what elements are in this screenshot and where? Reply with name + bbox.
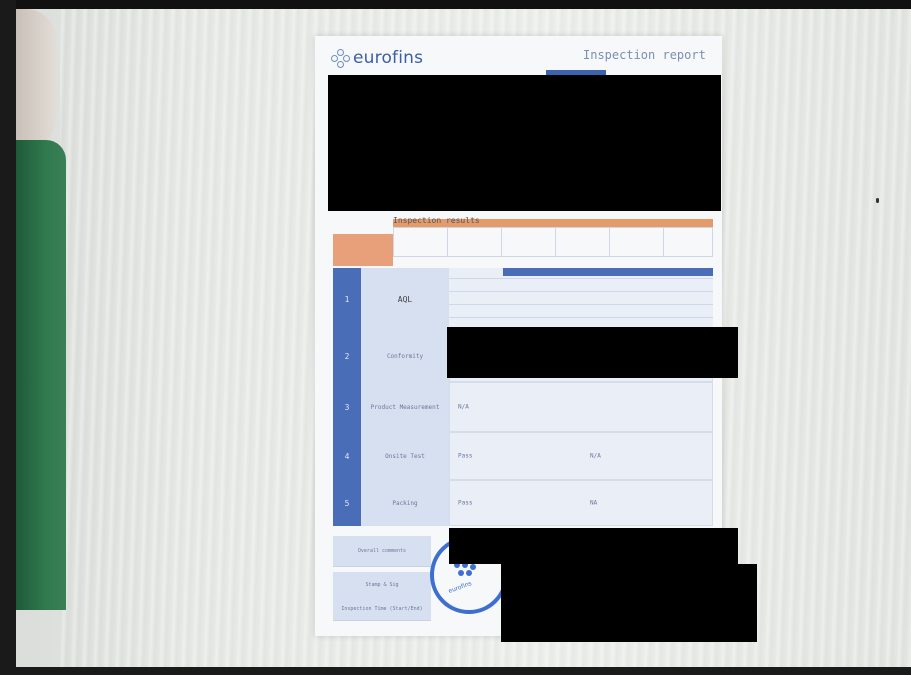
overall-comments-label: Overall comments	[333, 536, 431, 567]
row-value-secondary: NA	[590, 499, 598, 507]
row-number: 3	[333, 382, 361, 432]
redaction-box-header	[328, 75, 721, 211]
row-number: 1	[333, 268, 361, 330]
redaction-box-comments	[449, 528, 738, 564]
redaction-box-conformity	[447, 327, 738, 378]
row-value: Pass NA	[449, 480, 713, 526]
redaction-box-signature	[501, 564, 757, 642]
row-number: 4	[333, 432, 361, 480]
row-value: N/A	[449, 382, 713, 432]
surface-speck	[876, 198, 879, 203]
row-label: AQL	[361, 268, 449, 330]
row-value-text: N/A	[458, 403, 469, 411]
eurofins-logo-icon	[331, 49, 350, 68]
row-value-text: Pass	[458, 452, 473, 460]
photo-scene: eurofins Inspection report Inspection re…	[0, 0, 911, 675]
eurofins-logo: eurofins	[331, 48, 423, 68]
row-aql: 1 AQL	[333, 268, 713, 330]
row-label: Product Measurement	[361, 382, 449, 432]
dark-edge-left	[0, 0, 16, 675]
row-onsite-test: 4 Onsite Test Pass N/A	[333, 432, 713, 480]
green-sleeve	[16, 140, 66, 610]
dark-edge-top	[0, 0, 911, 9]
row-product-measurement: 3 Product Measurement N/A	[333, 382, 713, 432]
row-value-secondary: N/A	[590, 452, 601, 460]
row-value-text: Pass	[458, 499, 473, 507]
stamp-sig-label: Stamp & Sig	[333, 572, 431, 599]
results-orange-cell	[333, 234, 393, 266]
aql-table-header	[503, 268, 713, 276]
row-number: 5	[333, 480, 361, 526]
row-label: Conformity	[361, 330, 449, 382]
stamp-dots-icon	[454, 562, 484, 582]
row-number: 2	[333, 330, 361, 382]
results-summary-grid	[393, 227, 713, 257]
inspection-time-label: Inspection Time (Start/End)	[333, 598, 431, 621]
person-arm	[16, 9, 56, 149]
section-title: Inspection results	[393, 216, 480, 225]
aql-table-grid	[449, 268, 713, 330]
row-value: Pass N/A	[449, 432, 713, 480]
report-title: Inspection report	[583, 48, 706, 62]
logo-text: eurofins	[353, 48, 424, 68]
row-label: Onsite Test	[361, 432, 449, 480]
dark-edge-bottom	[0, 667, 911, 675]
stamp-text: eurofins	[447, 580, 473, 595]
row-label: Packing	[361, 480, 449, 526]
row-packing: 5 Packing Pass NA	[333, 480, 713, 526]
